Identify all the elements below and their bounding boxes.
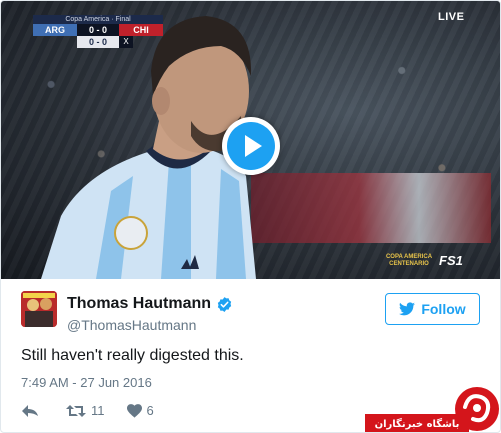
retweet-count: 11 [91,403,105,418]
tweet-text: Still haven't really digested this. [21,347,244,364]
author-handle[interactable]: @ThomasHautmann [67,317,196,333]
reply-icon [22,404,38,417]
like-button[interactable]: 6 [126,403,154,418]
scoreboard: Copa America · Final ARG 0 - 0 CHI 0 - 0… [33,15,163,48]
play-icon [245,135,262,157]
avatar[interactable] [21,291,57,327]
scoreboard-score: 0 - 0 [77,24,119,36]
follow-button-label: Follow [421,301,466,317]
tweet-timestamp[interactable]: 7:49 AM - 27 Jun 2016 [21,375,152,390]
scoreboard-penalties: 0 - 0 [77,36,119,48]
reply-button[interactable] [21,404,44,418]
like-count: 6 [146,403,154,418]
scoreboard-home-team: ARG [33,24,77,36]
verified-badge-icon [217,296,232,312]
video-player[interactable]: Copa America · Final ARG 0 - 0 CHI 0 - 0… [1,1,500,279]
embedded-tweet-card: Copa America · Final ARG 0 - 0 CHI 0 - 0… [0,0,501,433]
play-button[interactable] [222,117,280,175]
scoreboard-away-team: CHI [119,24,163,36]
broadcast-logo: COPA AMERICA CENTENARIO [385,254,433,267]
avatar-image [21,291,57,327]
scoreboard-competition: Copa America · Final [33,15,163,24]
author-display-name[interactable]: Thomas Hautmann [67,295,211,313]
retweet-button[interactable]: 11 [66,403,105,418]
heart-icon [126,403,142,418]
scoreboard-penalty-marker: X [119,36,133,48]
live-badge: LIVE [438,11,465,23]
follow-button[interactable]: Follow [385,293,480,325]
tweet-actions: 11 6 [21,403,176,418]
channel-logo: FS1 [439,253,463,268]
twitter-bird-icon [399,302,416,316]
author-name-row: Thomas Hautmann [67,295,233,313]
watermark-banner: باشگاه خبرنگاران [365,414,469,432]
retweet-icon [66,404,86,417]
